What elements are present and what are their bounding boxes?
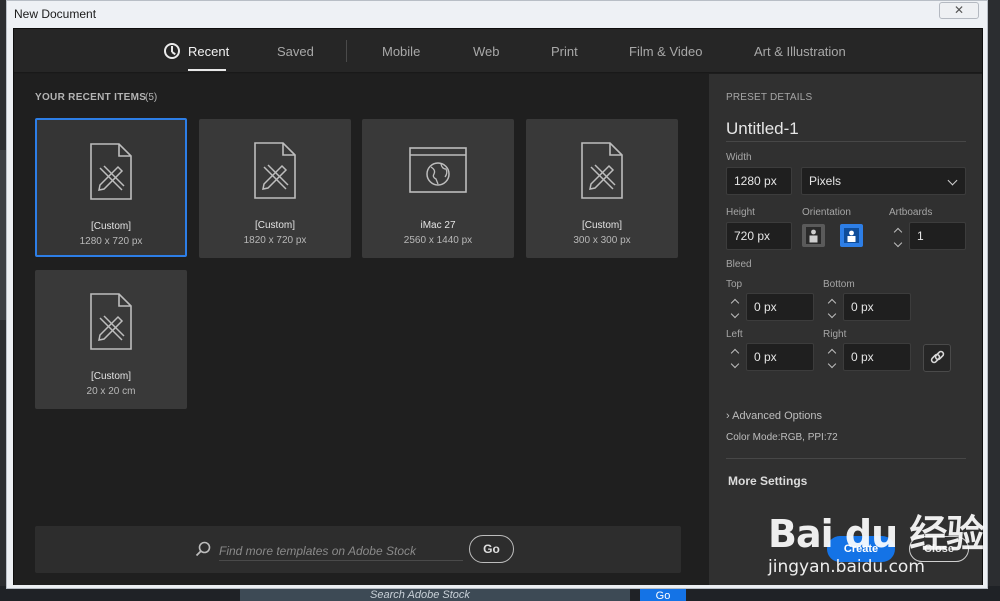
divider	[726, 458, 966, 459]
recent-items-count: (5)	[145, 92, 158, 103]
stock-search-input[interactable]	[219, 541, 463, 561]
advanced-options-label: Advanced Options	[732, 410, 823, 422]
artboards-stepper[interactable]	[889, 222, 907, 250]
artboards-label: Artboards	[889, 207, 933, 218]
recent-item-size: 20 x 20 cm	[86, 386, 136, 397]
recent-item-name: [Custom]	[90, 371, 131, 382]
bleed-top-input[interactable]: 0 px	[746, 293, 814, 321]
adobe-stock-search-bar: Go	[35, 526, 681, 573]
recent-item-card[interactable]: [Custom] 1280 x 720 px	[35, 118, 187, 257]
window-title: New Document	[14, 7, 97, 21]
document-pencil-icon	[254, 142, 296, 199]
width-input[interactable]: 1280 px	[726, 167, 792, 195]
document-pencil-icon	[581, 142, 623, 199]
height-label: Height	[726, 207, 755, 218]
active-tab-underline	[188, 69, 226, 71]
baidu-jingyan-watermark: Bai du 经验 jingyan.baidu.com	[768, 491, 988, 581]
tab-art-illustration[interactable]: Art & Illustration	[754, 44, 846, 59]
bleed-right-label: Right	[823, 329, 847, 340]
orientation-label: Orientation	[802, 207, 851, 218]
link-bleed-button[interactable]	[923, 344, 951, 372]
bleed-bottom-stepper[interactable]	[823, 293, 841, 321]
units-select-value: Pixels	[809, 174, 842, 188]
height-input[interactable]: 720 px	[726, 222, 792, 250]
advanced-options-toggle[interactable]: › Advanced Options	[726, 410, 822, 422]
recent-item-size: 1820 x 720 px	[243, 235, 307, 246]
tab-web[interactable]: Web	[473, 44, 500, 59]
landscape-orientation-button[interactable]	[840, 224, 863, 247]
chevron-down-icon	[947, 175, 958, 186]
recent-item-name: [Custom]	[90, 221, 131, 232]
recent-items-heading: YOUR RECENT ITEMS	[35, 92, 147, 103]
recent-item-size: 300 x 300 px	[573, 235, 631, 246]
recent-item-name: [Custom]	[254, 220, 295, 231]
portrait-icon	[806, 227, 821, 244]
recent-item-name: iMac 27	[420, 220, 456, 231]
color-mode-summary: Color Mode:RGB, PPI:72	[726, 432, 838, 443]
recent-item-card[interactable]: [Custom] 300 x 300 px	[526, 119, 678, 258]
bleed-left-input[interactable]: 0 px	[746, 343, 814, 371]
bleed-bottom-label: Bottom	[823, 279, 855, 290]
artboards-input[interactable]: 1	[909, 222, 966, 250]
link-icon	[930, 350, 945, 364]
tab-film-video[interactable]: Film & Video	[629, 44, 702, 59]
preset-details-heading: PRESET DETAILS	[726, 92, 813, 103]
landscape-icon	[844, 228, 859, 243]
watermark-logo: Bai du 经验	[768, 512, 984, 556]
recent-item-size: 2560 x 1440 px	[403, 235, 473, 246]
bleed-label: Bleed	[726, 259, 752, 270]
bleed-right-stepper[interactable]	[823, 343, 841, 371]
tab-print[interactable]: Print	[551, 44, 578, 59]
units-select[interactable]: Pixels	[801, 167, 966, 195]
chevron-right-icon: ›	[726, 410, 730, 422]
tab-mobile[interactable]: Mobile	[382, 44, 420, 59]
background-go-button: Go	[640, 587, 686, 601]
bleed-top-label: Top	[726, 279, 743, 290]
stock-go-button[interactable]: Go	[469, 535, 514, 563]
window-titlebar: New Document ✕	[7, 1, 987, 28]
recent-item-card[interactable]: [Custom] 20 x 20 cm	[35, 270, 187, 409]
recent-item-size: 1280 x 720 px	[79, 236, 143, 247]
bleed-left-label: Left	[726, 329, 743, 340]
bleed-top-stepper[interactable]	[726, 293, 744, 321]
tab-saved[interactable]: Saved	[277, 44, 314, 59]
document-pencil-icon	[90, 293, 132, 350]
watermark-url: jingyan.baidu.com	[768, 557, 925, 577]
web-browser-icon	[409, 147, 467, 193]
portrait-orientation-button[interactable]	[802, 224, 825, 247]
width-label: Width	[726, 152, 752, 163]
bleed-left-stepper[interactable]	[726, 343, 744, 371]
bleed-right-input[interactable]: 0 px	[843, 343, 911, 371]
window-close-icon[interactable]: ✕	[939, 2, 979, 19]
more-settings-link[interactable]: More Settings	[728, 474, 807, 488]
document-pencil-icon	[90, 143, 132, 200]
search-icon	[195, 541, 211, 557]
recent-item-name: [Custom]	[581, 220, 622, 231]
recent-item-card[interactable]: [Custom] 1820 x 720 px	[199, 119, 351, 258]
recent-items-panel: YOUR RECENT ITEMS (5) [Custom] 1280 x 72…	[14, 74, 709, 585]
preset-category-tabs: Recent Saved Mobile Web Print Film & Vid…	[14, 29, 982, 73]
background-stock-search: Search Adobe Stock	[240, 587, 630, 601]
bleed-bottom-input[interactable]: 0 px	[843, 293, 911, 321]
document-name-input[interactable]	[726, 116, 966, 142]
recent-item-card[interactable]: iMac 27 2560 x 1440 px	[362, 119, 514, 258]
tab-recent[interactable]: Recent	[188, 44, 229, 59]
tab-separator	[346, 40, 347, 62]
clock-icon	[164, 43, 180, 59]
